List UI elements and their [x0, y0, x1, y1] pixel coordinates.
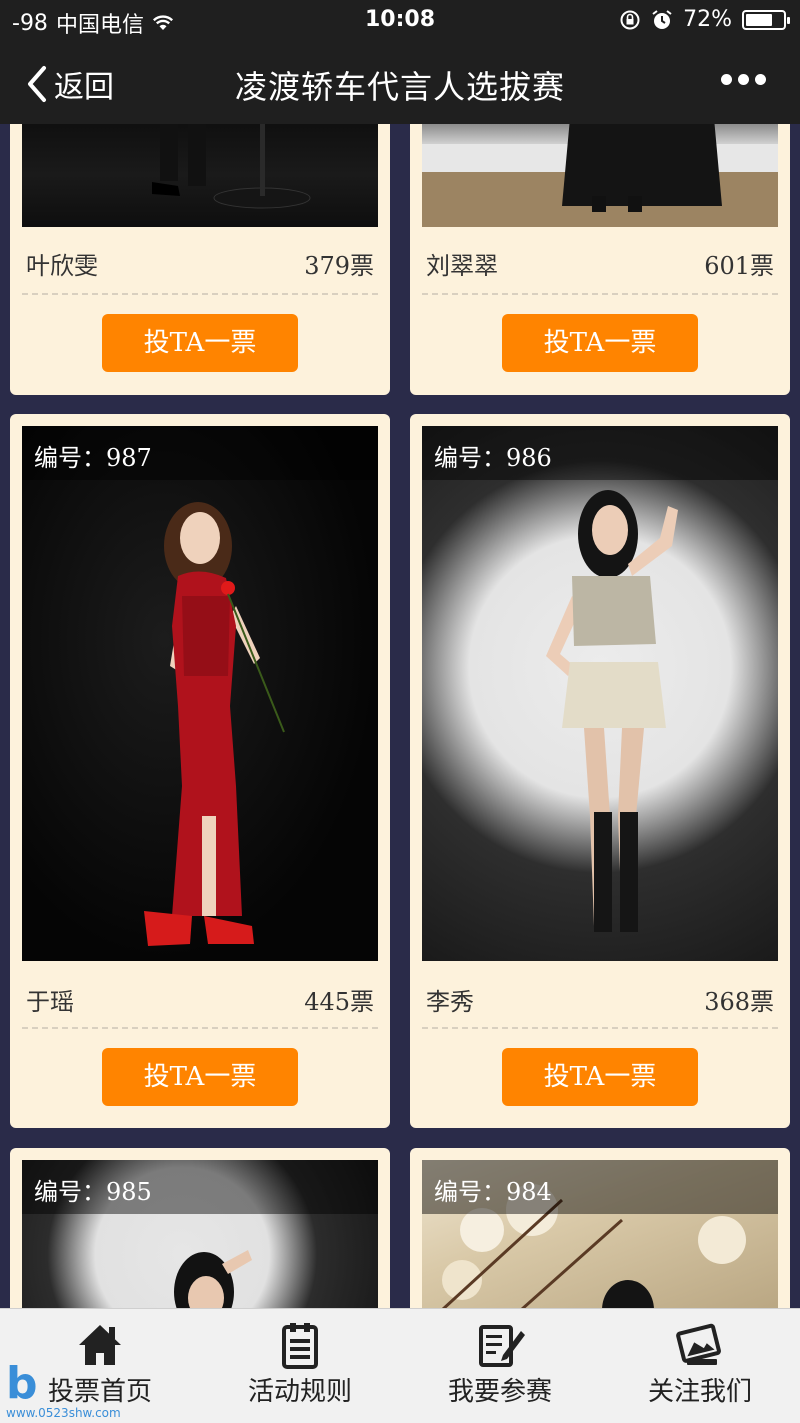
contestant-name: 李秀: [426, 988, 474, 1016]
contestant-card[interactable]: 编号：986 李秀 368票 投TA一票: [410, 414, 790, 1128]
contestant-photo[interactable]: 编号：984: [422, 1160, 778, 1318]
watermark-text: www.0523shw.com: [6, 1406, 121, 1420]
page-title: 凌渡轿车代言人选拔赛: [234, 68, 565, 106]
nav-bar: 返回 凌渡轿车代言人选拔赛: [0, 44, 800, 124]
divider: [422, 293, 778, 295]
battery-fill: [746, 13, 772, 26]
contestant-card[interactable]: 编号：984: [410, 1148, 790, 1318]
signup-edit-icon: [479, 1325, 525, 1367]
battery-percent: 72%: [683, 7, 732, 32]
alarm-icon: [652, 9, 672, 29]
divider: [22, 293, 378, 295]
tab-rules[interactable]: 活动规则: [200, 1309, 400, 1423]
more-dot: [738, 74, 749, 85]
contestant-card[interactable]: 刘翠翠 601票 投TA一票: [410, 96, 790, 395]
more-dot: [755, 74, 766, 85]
contestant-number: 编号：984: [422, 1160, 778, 1214]
tab-follow-us[interactable]: 关注我们: [600, 1309, 800, 1423]
contestant-name: 刘翠翠: [426, 252, 498, 280]
more-dot: [721, 74, 732, 85]
contestant-photo[interactable]: 编号：985: [22, 1160, 378, 1318]
rotation-lock-icon: [620, 10, 640, 29]
follow-card-icon: [676, 1323, 721, 1365]
rules-clipboard-icon: [282, 1323, 318, 1369]
divider: [22, 1027, 378, 1029]
vote-count: 368票: [704, 988, 774, 1016]
divider: [422, 1027, 778, 1029]
photo-figure: [546, 490, 678, 932]
tab-label: 关注我们: [647, 1377, 752, 1407]
top-bar: -98 中国电信 10:08 72% 返回 凌渡轿车代言人选拔赛: [0, 0, 800, 124]
watermark-logo: b: [6, 1358, 38, 1409]
vote-button[interactable]: 投TA一票: [502, 1048, 698, 1106]
vote-button[interactable]: 投TA一票: [502, 314, 698, 372]
contestant-photo[interactable]: 编号：987: [22, 426, 378, 961]
contestant-name: 叶欣雯: [26, 252, 98, 280]
more-menu-button[interactable]: [721, 74, 766, 85]
tab-label: 我要参赛: [447, 1377, 552, 1407]
contestant-number: 编号：985: [22, 1160, 378, 1214]
contestant-number: 编号：987: [22, 426, 378, 480]
vote-count: 445票: [304, 988, 374, 1016]
tab-label: 活动规则: [247, 1377, 352, 1407]
contestant-number: 编号：986: [422, 426, 778, 480]
contestant-card[interactable]: 编号：985: [10, 1148, 390, 1318]
vote-button[interactable]: 投TA一票: [102, 314, 298, 372]
vote-button[interactable]: 投TA一票: [102, 1048, 298, 1106]
site-watermark: b www.0523shw.com: [6, 1358, 121, 1421]
contestant-name: 于瑶: [26, 988, 74, 1016]
contestant-photo[interactable]: 编号：986: [422, 426, 778, 961]
contestant-card[interactable]: 叶欣雯 379票 投TA一票: [10, 96, 390, 395]
battery-icon: [742, 9, 790, 30]
contestant-card[interactable]: 编号：987 于瑶 445票 投TA一票: [10, 414, 390, 1128]
vote-count: 379票: [304, 252, 374, 280]
photo-figure: [144, 502, 285, 946]
vote-count: 601票: [704, 252, 774, 280]
status-bar: -98 中国电信 10:08 72%: [0, 0, 800, 40]
tab-signup[interactable]: 我要参赛: [400, 1309, 600, 1423]
